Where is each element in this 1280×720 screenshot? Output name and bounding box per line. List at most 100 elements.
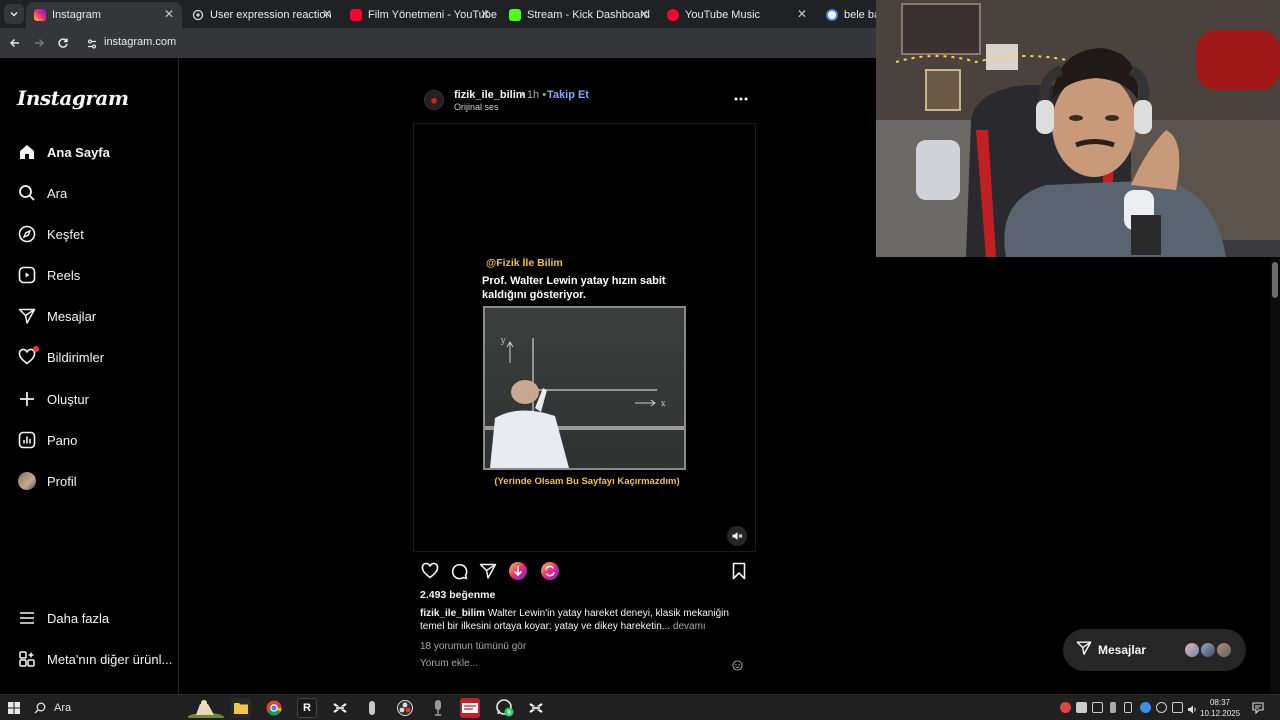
menu-icon — [16, 607, 38, 629]
app-r-icon: R — [303, 702, 311, 714]
tab-youtube-music[interactable]: YouTube Music ✕ — [659, 2, 815, 28]
close-icon[interactable]: ✕ — [797, 7, 807, 21]
remix-button[interactable] — [508, 561, 528, 581]
tab-kick[interactable]: Stream - Kick Dashboard ✕ — [501, 2, 657, 28]
follow-button[interactable]: Takip Et — [547, 89, 589, 101]
video-handle-text: @Fizik İle Bilim — [486, 257, 563, 269]
tray-app-icon[interactable] — [1060, 702, 1071, 713]
taskbar-news-app[interactable] — [460, 698, 480, 718]
likes-count[interactable]: 2.493 beğenme — [420, 589, 495, 601]
tray-app-icon[interactable] — [1076, 702, 1087, 713]
close-icon[interactable]: ✕ — [480, 7, 490, 21]
taskbar-clock[interactable]: 08:37 10.12.2025 — [1200, 697, 1240, 719]
tab-label: Instagram — [52, 9, 101, 21]
speaker-muted-icon — [732, 532, 743, 540]
post-video[interactable]: @Fizik İle Bilim Prof. Walter Lewin yata… — [413, 123, 756, 552]
sidebar-item-create[interactable]: Oluştur — [16, 387, 89, 411]
close-icon[interactable]: ✕ — [322, 7, 332, 21]
post-actions — [420, 561, 750, 581]
windows-start-button[interactable] — [8, 701, 20, 719]
emoji-button[interactable] — [732, 658, 743, 676]
sidebar-item-profile[interactable]: Profil — [16, 469, 77, 493]
taskbar-mic-settings[interactable] — [428, 698, 448, 718]
reload-button[interactable] — [54, 34, 72, 52]
taskbar-chrome[interactable] — [264, 698, 284, 718]
send-icon — [479, 563, 497, 579]
sidebar-item-label: Bildirimler — [47, 349, 105, 365]
site-settings-icon[interactable] — [86, 37, 98, 55]
sidebar-item-explore[interactable]: Keşfet — [16, 222, 84, 246]
repost-button[interactable] — [540, 561, 560, 581]
sidebar-item-label: Ana Sayfa — [47, 144, 110, 160]
close-icon[interactable]: ✕ — [164, 7, 174, 21]
messages-pill-button[interactable]: Mesajlar — [1063, 629, 1246, 671]
post-author-avatar[interactable] — [424, 90, 444, 110]
share-button[interactable] — [478, 561, 498, 581]
tab-instagram[interactable]: Instagram ✕ — [26, 2, 182, 28]
tab-google[interactable]: bele bağl — [818, 2, 876, 28]
tray-battery-icon[interactable] — [1124, 702, 1132, 713]
sidebar-item-search[interactable]: Ara — [16, 181, 67, 205]
sidebar-item-reels[interactable]: Reels — [16, 263, 80, 287]
tray-app-icon[interactable] — [1092, 702, 1103, 713]
sidebar-item-dashboard[interactable]: Pano — [16, 428, 77, 452]
instagram-logo[interactable]: Instagram — [17, 86, 129, 110]
sidebar-item-notifications[interactable]: Bildirimler — [16, 345, 104, 369]
webcam-overlay — [876, 0, 1280, 257]
taskbar-file-explorer[interactable] — [231, 698, 251, 718]
taskbar-search[interactable]: Ara — [34, 698, 224, 718]
video-caption-text: (Yerinde Olsam Bu Sayfayı Kaçırmazdım) — [494, 476, 680, 487]
sidebar-item-home[interactable]: Ana Sayfa — [16, 140, 110, 164]
post-username[interactable]: fizik_ile_bilim — [454, 89, 526, 101]
tray-network-icon[interactable] — [1172, 702, 1183, 713]
taskbar-capcut[interactable] — [330, 698, 350, 718]
heart-icon — [16, 346, 39, 368]
tab-search-button[interactable] — [4, 4, 24, 24]
more-options-button[interactable] — [730, 92, 752, 106]
url-field[interactable]: instagram.com — [104, 36, 176, 48]
taskbar-microphone-app[interactable] — [362, 698, 382, 718]
close-icon[interactable]: ✕ — [639, 7, 649, 21]
avatar — [1215, 641, 1233, 659]
clock-date: 10.12.2025 — [1200, 709, 1241, 718]
notification-center-button[interactable] — [1252, 701, 1264, 719]
caption-more-link[interactable]: devamı — [673, 621, 706, 632]
post-audio-label[interactable]: Orijinal ses — [454, 102, 499, 112]
sidebar-item-more[interactable]: Daha fazla — [16, 606, 109, 630]
view-comments-link[interactable]: 18 yorumun tümünü gör — [420, 641, 526, 652]
taskbar-capcut-2[interactable] — [526, 698, 546, 718]
scrollbar-thumb[interactable] — [1272, 262, 1278, 298]
whatsapp-icon: 9 — [496, 699, 514, 717]
tray-app-icon[interactable] — [1156, 702, 1167, 713]
taskbar-obs[interactable] — [395, 698, 415, 718]
caption-username[interactable]: fizik_ile_bilim — [420, 608, 485, 619]
back-button[interactable] — [6, 34, 24, 52]
like-button[interactable] — [420, 561, 440, 581]
windows-taskbar: Ara R 9 08:37 10.12.2025 — [0, 694, 1280, 720]
tray-volume-icon[interactable] — [1187, 702, 1198, 714]
tab-chatgpt[interactable]: User expression reaction ✕ — [184, 2, 340, 28]
taskbar-app-r[interactable]: R — [297, 698, 317, 718]
comment-button[interactable] — [449, 561, 469, 581]
save-button[interactable] — [729, 561, 749, 581]
forward-button[interactable] — [30, 34, 48, 52]
tab-youtube[interactable]: Film Yönetmeni - YouTube ✕ — [342, 2, 498, 28]
taskbar-whatsapp[interactable]: 9 — [495, 698, 515, 718]
sidebar-item-label: Profil — [47, 473, 77, 489]
kick-icon — [509, 9, 521, 21]
sidebar-item-messages[interactable]: Mesajlar — [16, 304, 96, 328]
tray-mic-icon[interactable] — [1110, 702, 1116, 713]
news-icon — [462, 703, 478, 713]
chrome-icon — [266, 700, 282, 716]
mute-button[interactable] — [727, 526, 747, 546]
page-scrollbar[interactable] — [1270, 258, 1280, 694]
messages-pill-label: Mesajlar — [1098, 643, 1147, 657]
plus-icon — [16, 388, 38, 410]
sidebar-item-meta[interactable]: Meta'nın diğer ürünl... — [16, 647, 172, 671]
sidebar-item-label: Daha fazla — [47, 610, 110, 626]
sidebar-item-label: Keşfet — [47, 226, 84, 242]
tray-bluetooth-icon[interactable] — [1140, 702, 1151, 713]
capcut-icon — [529, 703, 543, 713]
obs-icon — [397, 700, 413, 716]
comment-input[interactable]: Yorum ekle... — [420, 658, 478, 669]
